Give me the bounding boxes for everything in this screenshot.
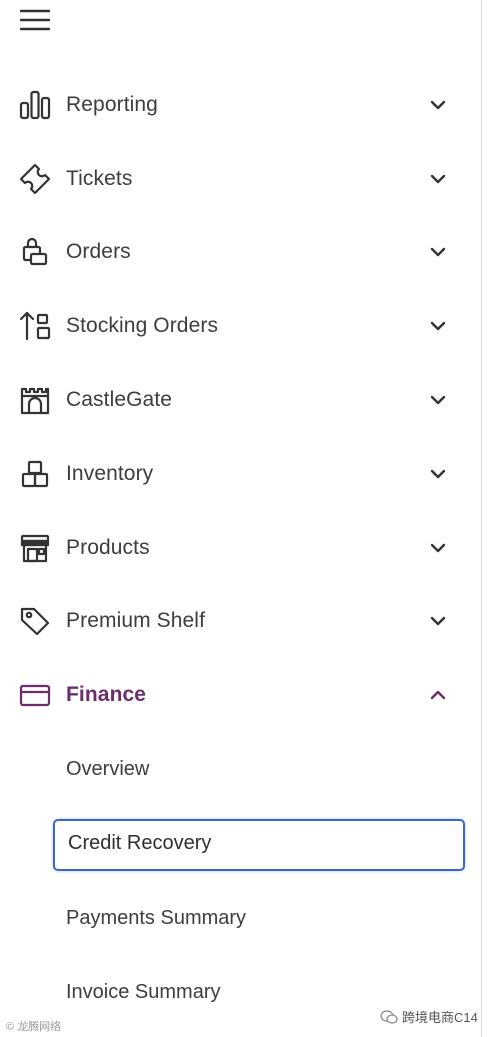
nav-item-label: Orders: [66, 240, 131, 264]
subnav-item-credit-recovery[interactable]: Credit Recovery: [0, 807, 480, 882]
nav-item-label: Products: [66, 535, 150, 559]
subnav-item-overview[interactable]: Overview: [0, 732, 480, 807]
nav-item-orders[interactable]: Orders: [0, 216, 480, 290]
bar-chart-icon: [16, 86, 54, 124]
hamburger-menu-icon[interactable]: [18, 6, 52, 34]
chevron-down-icon[interactable]: [426, 167, 450, 191]
chevron-down-icon[interactable]: [426, 240, 450, 264]
chevron-down-icon[interactable]: [426, 388, 450, 412]
nav-item-label: CastleGate: [66, 388, 173, 412]
nav-item-label: Reporting: [66, 92, 158, 116]
credit-card-icon: [16, 676, 54, 714]
wechat-icon: [380, 1009, 398, 1024]
subnav-item-label: Credit Recovery: [68, 832, 212, 855]
storefront-icon: [16, 529, 54, 567]
chevron-down-icon[interactable]: [426, 609, 450, 633]
subnav-item-label: Payments Summary: [66, 906, 247, 929]
sidebar-nav: Reporting Tickets Orders Stocking Orders: [0, 68, 480, 1030]
chevron-down-icon[interactable]: [426, 462, 450, 486]
chevron-down-icon[interactable]: [426, 314, 450, 338]
watermark-right-text: 跨境电商C14: [402, 1010, 478, 1025]
nav-item-castlegate[interactable]: CastleGate: [0, 363, 480, 437]
stocking-orders-icon: [16, 307, 54, 345]
ticket-icon: [16, 160, 54, 198]
subnav-item-payments-summary[interactable]: Payments Summary: [0, 881, 480, 956]
nav-item-label: Tickets: [66, 166, 133, 190]
chevron-up-icon[interactable]: [426, 683, 450, 707]
subnav-item-label: Invoice Summary: [66, 981, 221, 1004]
boxes-icon: [16, 455, 54, 493]
nav-item-label: Inventory: [66, 461, 154, 485]
watermark-left: © 龙腾网络: [6, 1021, 62, 1033]
nav-item-label: Finance: [66, 683, 147, 707]
nav-item-tickets[interactable]: Tickets: [0, 142, 480, 216]
nav-item-products[interactable]: Products: [0, 511, 480, 585]
nav-item-finance[interactable]: Finance: [0, 658, 480, 732]
nav-item-reporting[interactable]: Reporting: [0, 68, 480, 142]
watermark-right: 跨境电商C14: [380, 1007, 478, 1026]
castle-icon: [16, 381, 54, 419]
nav-item-inventory[interactable]: Inventory: [0, 437, 480, 511]
nav-item-stocking-orders[interactable]: Stocking Orders: [0, 289, 480, 363]
sidebar-border: [481, 0, 482, 1037]
tag-icon: [16, 602, 54, 640]
chevron-down-icon[interactable]: [426, 93, 450, 117]
subnav-item-label: Overview: [66, 757, 150, 780]
nav-item-label: Premium Shelf: [66, 609, 206, 633]
orders-icon: [16, 233, 54, 271]
chevron-down-icon[interactable]: [426, 536, 450, 560]
nav-item-premium-shelf[interactable]: Premium Shelf: [0, 585, 480, 659]
nav-item-label: Stocking Orders: [66, 314, 219, 338]
